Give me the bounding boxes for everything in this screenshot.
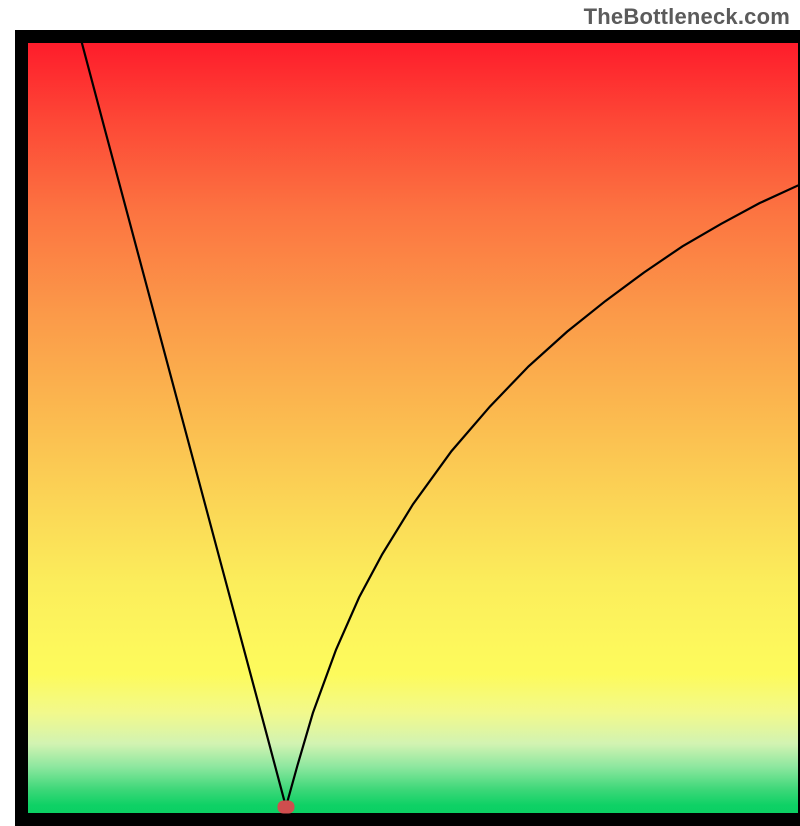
bottleneck-chart [15,30,800,826]
optimum-marker [277,800,294,813]
chart-svg [28,43,798,813]
curve-left-descent [82,43,286,807]
attribution-label: TheBottleneck.com [584,4,790,30]
curve-right-ascent [286,185,798,806]
